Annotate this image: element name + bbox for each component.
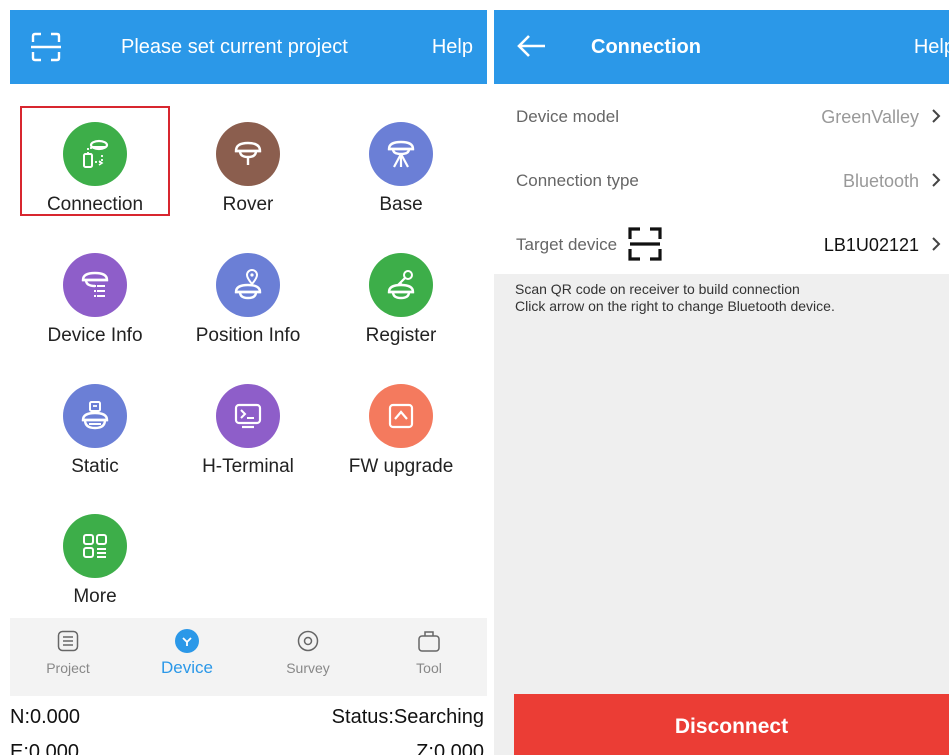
menu-label: Register: [365, 325, 437, 346]
menu-label: Base: [379, 194, 423, 215]
bottom-nav: Project Device Survey Tool: [10, 618, 487, 696]
help-button[interactable]: Help: [432, 36, 473, 59]
menu-label: Connection: [46, 194, 144, 215]
nav-tool[interactable]: Tool: [379, 624, 479, 694]
nav-device[interactable]: Device: [137, 624, 237, 694]
menu-label: More: [73, 586, 117, 607]
static-icon: [63, 384, 127, 448]
tool-icon: [416, 628, 442, 654]
easting-value: E:0.000: [10, 741, 79, 755]
back-arrow-icon[interactable]: [514, 30, 550, 62]
menu-item-register[interactable]: Register: [326, 237, 476, 347]
connection-type-row[interactable]: Connection type Bluetooth: [494, 148, 949, 212]
scan-icon[interactable]: [30, 32, 62, 62]
menu-item-fw-upgrade[interactable]: FW upgrade: [326, 368, 476, 478]
nav-survey[interactable]: Survey: [258, 624, 358, 694]
device-model-value: GreenValley: [821, 107, 919, 127]
connection-header: Connection Help: [494, 10, 949, 84]
connection-settings: Device model GreenValley Connection type…: [494, 84, 949, 274]
survey-icon: [295, 628, 321, 654]
chevron-right-icon: [932, 109, 941, 123]
menu-item-base[interactable]: Base: [326, 106, 476, 216]
menu-item-h-terminal[interactable]: H-Terminal: [173, 368, 323, 478]
project-icon: [55, 628, 81, 654]
elevation-value: Z:0.000: [416, 741, 484, 755]
connection-panel: Connection Help Device model GreenValley…: [494, 10, 949, 755]
target-device-value: LB1U02121: [823, 235, 919, 255]
menu-item-rover[interactable]: Rover: [173, 106, 323, 216]
menu-label: Static: [71, 456, 119, 477]
menu-label: FW upgrade: [348, 456, 454, 477]
qr-scan-icon[interactable]: [627, 226, 663, 262]
menu-label: Position Info: [195, 325, 301, 346]
device-model-row[interactable]: Device model GreenValley: [494, 84, 949, 148]
hint-line: Click arrow on the right to change Bluet…: [515, 298, 835, 314]
rover-icon: [216, 122, 280, 186]
upgrade-icon: [369, 384, 433, 448]
row-label: Connection type: [516, 171, 639, 190]
status-text: Status:Searching: [331, 706, 484, 728]
terminal-icon: [216, 384, 280, 448]
coordinate-bar: N:0.000 E:0.000 Status:Searching Z:0.000: [10, 696, 487, 755]
menu-item-more[interactable]: More: [20, 498, 170, 608]
home-header: Please set current project Help: [10, 10, 487, 84]
menu-label: Device Info: [47, 325, 143, 346]
device-info-icon: [63, 253, 127, 317]
hint-line: Scan QR code on receiver to build connec…: [515, 281, 800, 297]
menu-item-static[interactable]: Static: [20, 368, 170, 478]
menu-label: H-Terminal: [202, 456, 294, 477]
more-icon: [63, 514, 127, 578]
target-device-row[interactable]: Target device LB1U02121: [494, 212, 949, 276]
chevron-right-icon: [932, 237, 941, 251]
connection-type-value: Bluetooth: [842, 171, 919, 191]
menu-label: Rover: [222, 194, 274, 215]
position-info-icon: [216, 253, 280, 317]
row-label: Device model: [516, 107, 619, 126]
northing-value: N:0.000: [10, 706, 81, 728]
page-title: Please set current project: [121, 36, 348, 58]
nav-project[interactable]: Project: [18, 624, 118, 694]
disconnect-button[interactable]: Disconnect: [514, 694, 949, 755]
device-icon: [174, 628, 200, 654]
register-icon: [369, 253, 433, 317]
nav-label: Tool: [416, 660, 442, 676]
base-icon: [369, 122, 433, 186]
menu-item-device-info[interactable]: Device Info: [20, 237, 170, 347]
nav-label: Survey: [286, 660, 330, 676]
connection-icon: [63, 122, 127, 186]
connection-title: Connection: [591, 36, 701, 58]
home-panel: Please set current project Help Connecti…: [10, 10, 487, 755]
panel-divider: [487, 10, 494, 755]
connection-hint: Scan QR code on receiver to build connec…: [515, 281, 835, 315]
row-label: Target device: [516, 235, 618, 254]
chevron-right-icon: [932, 173, 941, 187]
help-button[interactable]: Help: [914, 36, 949, 59]
nav-label: Project: [46, 660, 90, 676]
device-menu-grid: Connection Rover Base Device Info Positi…: [10, 84, 487, 618]
menu-item-position-info[interactable]: Position Info: [173, 237, 323, 347]
menu-item-connection[interactable]: Connection: [20, 106, 170, 216]
nav-label: Device: [161, 658, 213, 677]
